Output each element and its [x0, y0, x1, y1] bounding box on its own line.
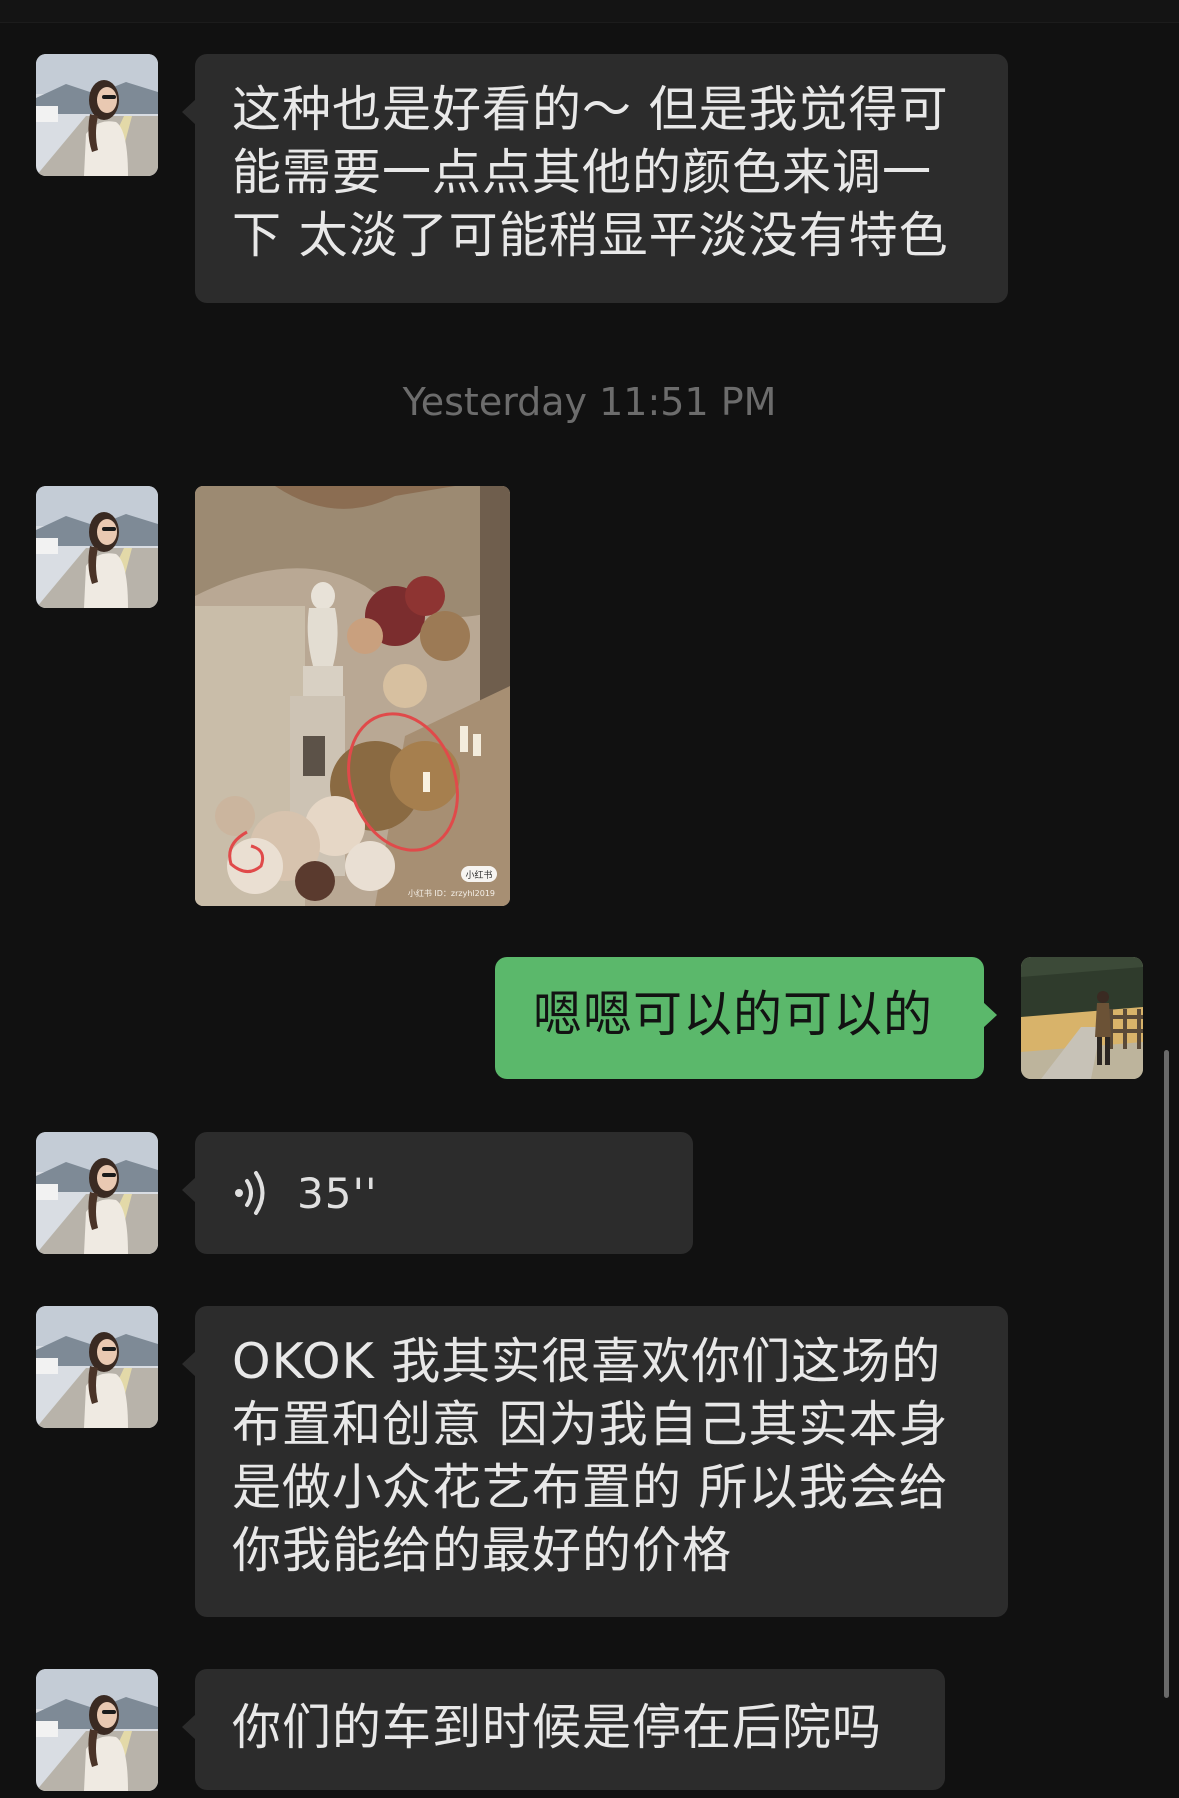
incoming-message-bubble[interactable]: 你们的车到时候是停在后院吗 [182, 1669, 945, 1790]
voice-message-bubble[interactable]: 35'' [182, 1132, 693, 1254]
contact-avatar[interactable] [36, 1132, 158, 1254]
incoming-message-bubble[interactable]: 这种也是好看的～ 但是我觉得可能需要一点点其他的颜色来调一下 太淡了可能稍显平淡… [182, 54, 1008, 303]
message-timestamp: Yesterday 11:51 PM [402, 380, 777, 424]
outgoing-message-bubble[interactable]: 嗯嗯可以的可以的 [495, 957, 997, 1079]
message-text: 嗯嗯可以的可以的 [533, 986, 934, 1043]
incoming-message-bubble[interactable]: OKOK 我其实很喜欢你们这场的布置和创意 因为我自己其实本身是做小众花艺布置的… [182, 1306, 1008, 1617]
scrollbar[interactable] [1164, 1050, 1169, 1698]
contact-avatar[interactable] [36, 1669, 158, 1791]
top-bar-edge [0, 0, 1179, 23]
my-avatar[interactable] [1021, 957, 1143, 1079]
voice-duration: 35'' [297, 1168, 378, 1218]
watermark-id: 小红书 ID：zrzyhl2019 [408, 888, 495, 898]
watermark-badge: 小红书 [465, 869, 492, 881]
contact-avatar[interactable] [36, 54, 158, 176]
shared-photo[interactable]: 小红书 小红书 ID：zrzyhl2019 [195, 486, 510, 906]
message-text: OKOK 我其实很喜欢你们这场的布置和创意 因为我自己其实本身是做小众花艺布置的… [232, 1333, 949, 1579]
message-text: 你们的车到时候是停在后院吗 [232, 1699, 883, 1756]
contact-avatar[interactable] [36, 486, 158, 608]
contact-avatar[interactable] [36, 1306, 158, 1428]
message-text: 这种也是好看的～ 但是我觉得可能需要一点点其他的颜色来调一下 太淡了可能稍显平淡… [232, 81, 949, 264]
voice-wave-icon [235, 1171, 265, 1215]
